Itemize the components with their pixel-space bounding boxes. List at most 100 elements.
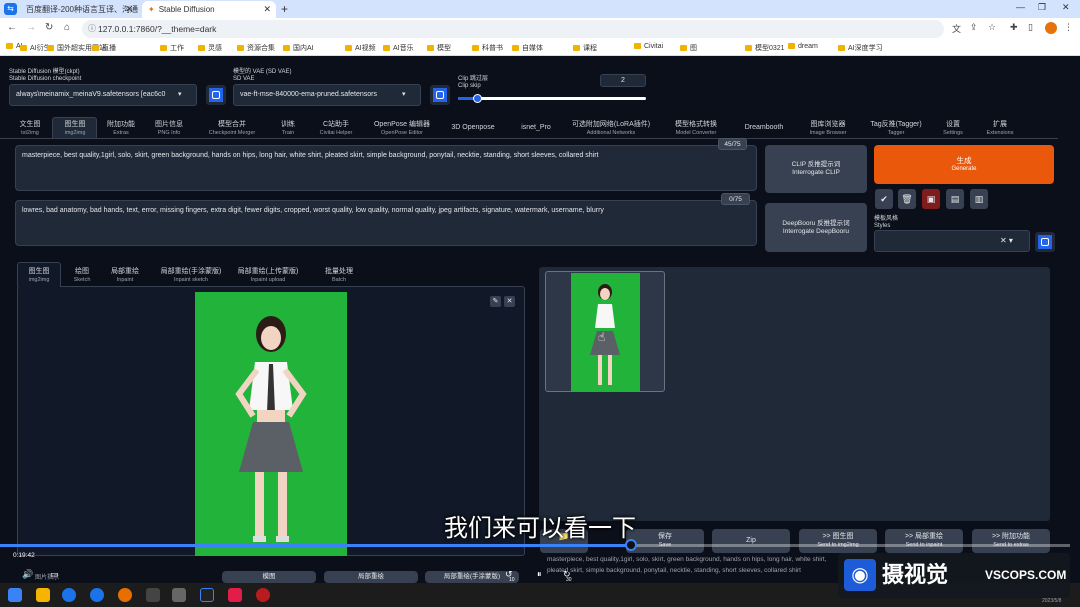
record-icon[interactable] bbox=[256, 588, 270, 602]
bookmark-item[interactable]: 模型 bbox=[427, 43, 451, 53]
bookmark-item[interactable]: 灵感 bbox=[198, 43, 222, 53]
interrogate-deepbooru-button[interactable]: DeepBooru 反推提示词 Interrogate DeepBooru bbox=[765, 203, 867, 252]
app-icon[interactable] bbox=[200, 588, 214, 602]
trash-icon: 🗑 bbox=[901, 194, 913, 204]
tab-label: 扩展 bbox=[993, 121, 1007, 128]
chrome-icon[interactable] bbox=[90, 588, 104, 602]
cards-icon: ▣ bbox=[926, 194, 936, 204]
bookmark-item[interactable]: 直播 bbox=[92, 43, 116, 53]
extensions-icon[interactable]: ✚ bbox=[1010, 22, 1018, 33]
vae-value: vae-ft-mse-840000-ema-pruned.safetensors bbox=[240, 91, 377, 98]
wps-icon[interactable] bbox=[228, 588, 242, 602]
prompt-token-counter: 45/75 bbox=[718, 138, 747, 150]
subtab-label-en: Inpaint sketch bbox=[174, 277, 208, 283]
negative-prompt-input[interactable]: lowres, bad anatomy, bad hands, text, er… bbox=[15, 200, 757, 246]
bottom-tab-0[interactable]: 模图 bbox=[222, 571, 316, 583]
negative-prompt-text: lowres, bad anatomy, bad hands, text, er… bbox=[22, 207, 604, 214]
bookmark-item[interactable]: 科普书 bbox=[472, 43, 503, 53]
refresh-vae-button[interactable] bbox=[430, 85, 450, 105]
sd-favicon-icon: ✦ bbox=[148, 5, 155, 14]
tab-label: isnet_Pro bbox=[521, 124, 551, 131]
tab-isnet-pro[interactable]: isnet_Pro bbox=[496, 124, 576, 132]
refresh-ckpt-button[interactable] bbox=[206, 85, 226, 105]
refresh-icon bbox=[212, 91, 220, 99]
bookmark-item[interactable]: AI音乐 bbox=[383, 43, 414, 53]
window-close-icon[interactable]: ✕ bbox=[1062, 2, 1070, 13]
clip-skip-slider-thumb[interactable] bbox=[472, 94, 482, 103]
chrome-canary-icon[interactable] bbox=[118, 588, 132, 602]
refresh-icon bbox=[436, 91, 444, 99]
bookmark-item[interactable]: 模型0321 bbox=[745, 43, 785, 53]
reload-icon[interactable]: ↻ bbox=[45, 22, 53, 33]
browser-tab-sd[interactable]: ✦ Stable Diffusion ✕ bbox=[142, 1, 276, 18]
chrome-icon[interactable] bbox=[62, 588, 76, 602]
volume-icon[interactable]: 🔊 bbox=[22, 569, 33, 580]
bookmark-item[interactable]: 国内AI bbox=[283, 43, 314, 53]
star-icon[interactable]: ☆ bbox=[988, 22, 996, 33]
ckpt-select[interactable]: always\meinamix_meinaV9.safetensors [eac… bbox=[9, 84, 197, 106]
bookmark-item[interactable]: dream bbox=[788, 43, 818, 50]
bookmark-item[interactable]: 工作 bbox=[160, 43, 184, 53]
tab-openpose-editor[interactable]: OpenPose 编辑器 OpenPose Editor bbox=[362, 121, 442, 137]
subtab-batch[interactable]: 批量处理 Batch bbox=[299, 268, 379, 284]
sidepanel-icon[interactable]: ▯ bbox=[1028, 22, 1033, 33]
bookmark-item[interactable]: 资源合集 bbox=[237, 43, 275, 53]
bookmark-item[interactable]: 自媒体 bbox=[512, 43, 543, 53]
home-icon[interactable]: ⌂ bbox=[64, 22, 70, 33]
app-icon[interactable] bbox=[146, 588, 160, 602]
avatar[interactable] bbox=[1045, 22, 1057, 34]
interrogate-clip-button[interactable]: CLIP 反推提示词 Interrogate CLIP bbox=[765, 145, 867, 193]
forward-icon[interactable]: → bbox=[26, 22, 36, 33]
start-icon[interactable] bbox=[8, 588, 22, 602]
clear-icon[interactable]: ✕ ▾ bbox=[1000, 236, 1013, 245]
prompt-input[interactable]: masterpiece, best quality,1girl, solo, s… bbox=[15, 145, 757, 191]
video-progress-fill bbox=[0, 544, 632, 547]
translate-icon[interactable]: 文 bbox=[952, 22, 961, 35]
bottom-tab-1[interactable]: 局部重绘 bbox=[324, 571, 418, 583]
info-icon: ⓘ bbox=[88, 24, 96, 33]
refresh-styles-button[interactable] bbox=[1035, 232, 1055, 252]
show-extra-networks-button[interactable]: ▣ bbox=[922, 189, 940, 209]
paste-params-button[interactable]: ▤ bbox=[946, 189, 964, 209]
tab-divider bbox=[0, 138, 1058, 139]
ckpt-value: always\meinamix_meinaV9.safetensors [eac… bbox=[16, 91, 166, 98]
restore-icon[interactable]: ❐ bbox=[1038, 2, 1046, 13]
vae-select[interactable]: vae-ft-mse-840000-ema-pruned.safetensors bbox=[233, 84, 421, 106]
tab-extensions[interactable]: 扩展 Extensions bbox=[960, 121, 1040, 137]
close-icon[interactable]: ✕ bbox=[504, 296, 515, 307]
subtab-inpaint-upload[interactable]: 局部重绘(上传蒙版) Inpaint upload bbox=[228, 268, 308, 284]
back-icon[interactable]: ← bbox=[7, 22, 17, 33]
bookmark-item[interactable]: Civitai bbox=[634, 43, 663, 50]
refresh-icon bbox=[1041, 238, 1049, 246]
share-icon[interactable]: ⇪ bbox=[970, 22, 978, 33]
minimize-icon[interactable]: — bbox=[1016, 2, 1025, 12]
pause-icon[interactable]: ⏸ bbox=[537, 569, 542, 580]
edit-icon[interactable]: ✎ bbox=[490, 296, 501, 307]
explorer-icon[interactable] bbox=[36, 588, 50, 602]
bookmark-item[interactable]: AI深度学习 bbox=[838, 43, 883, 53]
bookmark-item[interactable]: AI视频 bbox=[345, 43, 376, 53]
clear-prompt-button[interactable]: 🗑 bbox=[898, 189, 916, 209]
generate-button[interactable]: 生成 Generate bbox=[874, 145, 1054, 184]
tab-additional-networks[interactable]: 可选附加网络(LoRA插件) Additional Networks bbox=[571, 121, 651, 137]
close-icon[interactable]: ✕ bbox=[125, 4, 133, 15]
tab-search-icon[interactable]: ⇆ bbox=[4, 3, 17, 15]
gallery-thumbnail[interactable]: ☝ bbox=[545, 271, 665, 392]
app-icon[interactable] bbox=[172, 588, 186, 602]
menu-icon[interactable]: ⋮ bbox=[1064, 22, 1073, 33]
save-style-button[interactable]: ▥ bbox=[970, 189, 988, 209]
clip-en: Interrogate CLIP bbox=[792, 169, 840, 176]
browser-tab-baidu[interactable]: 百度翻译-200种语言互译、沟通 ✕ bbox=[20, 1, 138, 18]
close-icon[interactable]: ✕ bbox=[263, 4, 271, 15]
subtab-inpaint-sketch[interactable]: 局部重绘(手涂蒙版) Inpaint sketch bbox=[151, 268, 231, 284]
url-input[interactable]: 127.0.0.1:7860/?__theme=dark bbox=[82, 20, 944, 38]
bookmark-item[interactable]: 图 bbox=[680, 43, 697, 53]
clip-skip-slider-track[interactable] bbox=[458, 97, 646, 100]
caption-icon[interactable]: ▭ bbox=[50, 569, 59, 580]
bookmark-item[interactable]: 课程 bbox=[573, 43, 597, 53]
subtab-label: 局部重绘(手涂蒙版) bbox=[160, 268, 222, 275]
new-tab-button[interactable]: + bbox=[281, 2, 288, 16]
subtab-label-en: Inpaint upload bbox=[250, 277, 286, 283]
clip-skip-number[interactable]: 2 bbox=[600, 74, 646, 87]
apply-style-button[interactable]: ✔ bbox=[875, 189, 893, 209]
